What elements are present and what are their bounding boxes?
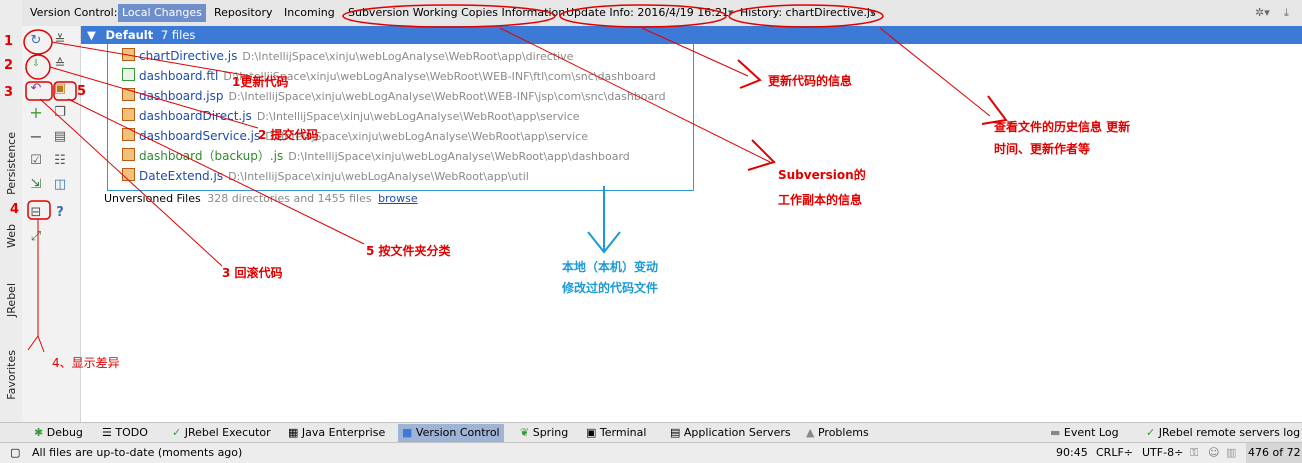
annotation-num-1: 1 <box>4 34 14 49</box>
line-separator[interactable]: CRLF÷ <box>1096 443 1133 463</box>
file-encoding[interactable]: UTF-8÷ <box>1142 443 1183 463</box>
bug-icon: ✱ <box>34 426 44 439</box>
refresh-highlight <box>23 29 53 55</box>
svn-info-highlight <box>342 4 556 28</box>
annotation-group-by-folder: 5 按文件夹分类 <box>366 244 451 258</box>
vcs-icon: ■ <box>402 426 413 439</box>
tab-todo[interactable]: ☰ TODO <box>102 424 148 442</box>
annotation-commit-code: 2 提交代码 <box>258 128 319 142</box>
tab-terminal[interactable]: ▣ Terminal <box>586 424 646 442</box>
annotation-num-4: 4 <box>10 202 20 217</box>
commit-highlight <box>25 54 51 80</box>
annotation-update-code: 1更新代码 <box>232 75 289 89</box>
tab-version-control[interactable]: ■ Version Control <box>398 424 504 442</box>
group-highlight <box>53 81 77 101</box>
status-message: All files are up-to-date (moments ago) <box>32 446 243 459</box>
tab-spring[interactable]: ❦ Spring <box>520 424 568 442</box>
annotation-history-line1: 查看文件的历史信息 更新 <box>994 120 1131 134</box>
tab-jrebel-remote-log[interactable]: ✓ JRebel remote servers log <box>1146 424 1300 442</box>
todo-icon: ☰ <box>102 426 112 439</box>
annotation-num-5: 5 <box>77 84 87 99</box>
annotation-local-line1: 本地（本机）变动 <box>562 260 659 274</box>
java-enterprise-icon: ▦ <box>288 426 299 439</box>
annotation-overlay <box>23 4 1008 353</box>
annotation-svn-line1: Subversion的 <box>778 168 866 182</box>
terminal-icon: ▣ <box>586 426 597 439</box>
server-icon: ▤ <box>670 426 681 439</box>
tab-debug[interactable]: ✱ Debug <box>34 424 83 442</box>
lock-icon[interactable]: ⚿ <box>1190 443 1198 463</box>
event-log-icon: ▬ <box>1050 426 1061 439</box>
annotation-svn-line2: 工作副本的信息 <box>778 193 863 207</box>
rollback-highlight <box>25 81 53 101</box>
tab-event-log[interactable]: ▬ Event Log <box>1050 424 1119 442</box>
status-bar: ▢ All files are up-to-date (moments ago)… <box>0 442 1302 463</box>
jrebel-remote-icon: ✓ <box>1146 426 1156 439</box>
annotation-update-info: 更新代码的信息 <box>768 74 853 88</box>
status-panel-icon[interactable]: ▢ <box>10 443 20 463</box>
annotation-local-line2: 修改过的代码文件 <box>562 281 659 295</box>
history-highlight <box>728 4 884 28</box>
memory-indicator[interactable]: 476 of 72 <box>1246 443 1302 463</box>
tab-jrebel-executor[interactable]: ✓ JRebel Executor <box>172 424 271 442</box>
tab-java-enterprise[interactable]: ▦ Java Enterprise <box>288 424 385 442</box>
update-info-highlight <box>559 4 727 28</box>
memory-bar-icon: ▥ <box>1226 446 1237 459</box>
spring-icon: ❦ <box>520 426 530 439</box>
caret-position[interactable]: 90:45 <box>1056 443 1088 463</box>
annotation-show-diff: 4、显示差异 <box>52 356 120 370</box>
bottom-tool-tabs: ✱ Debug ☰ TODO ✓ JRebel Executor ▦ Java … <box>0 422 1302 443</box>
annotation-history-line2: 时间、更新作者等 <box>994 142 1091 156</box>
jrebel-icon: ✓ <box>172 426 182 439</box>
tab-application-servers[interactable]: ▤ Application Servers <box>670 424 791 442</box>
annotation-rollback-code: 3 回滚代码 <box>222 266 283 280</box>
diff-highlight <box>27 200 51 220</box>
annotation-num-2: 2 <box>4 58 14 73</box>
annotation-num-3: 3 <box>4 85 14 100</box>
tab-problems[interactable]: ▲ Problems <box>806 424 869 442</box>
problems-icon: ▲ <box>806 426 815 439</box>
inspector-icon[interactable]: ☺ <box>1208 443 1219 463</box>
